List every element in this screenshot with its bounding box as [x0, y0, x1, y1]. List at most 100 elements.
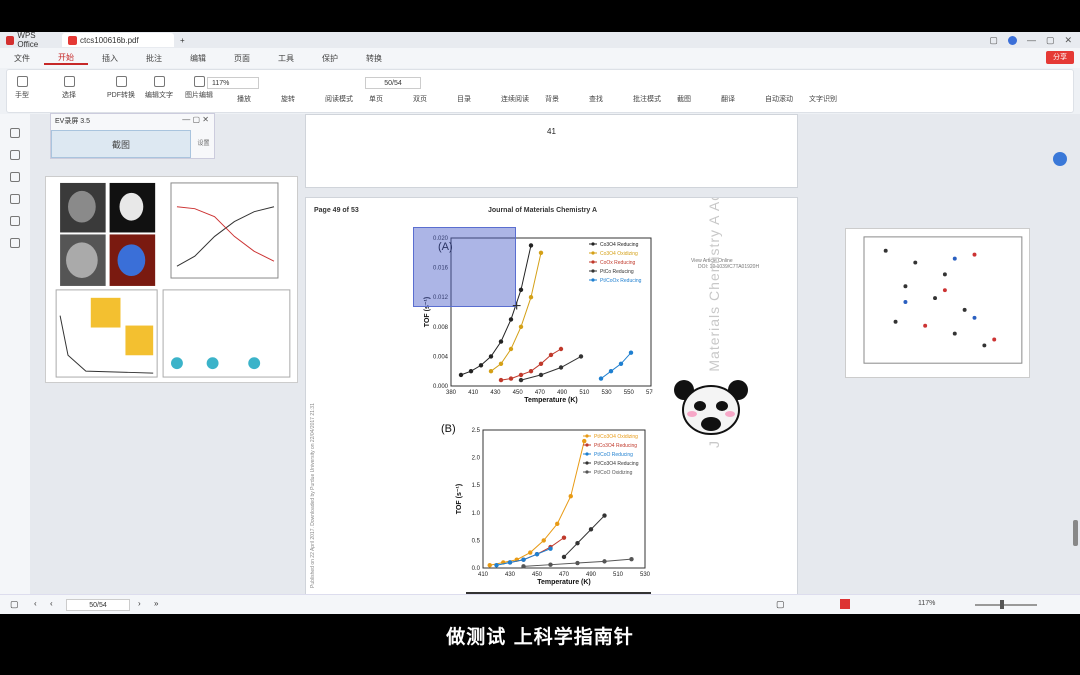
- recorder-title: EV录屏 3.5: [55, 118, 91, 125]
- x-axis-label: Temperature (K): [524, 397, 578, 404]
- signature-icon[interactable]: [10, 216, 20, 226]
- data-point: [518, 287, 524, 292]
- comment-icon[interactable]: [10, 172, 20, 182]
- data-point: [598, 376, 604, 381]
- assistant-icon[interactable]: [1053, 152, 1067, 166]
- legend-label: Pt/Co3O4 Oxidizing: [594, 434, 638, 440]
- share-button[interactable]: 分享: [1046, 51, 1074, 64]
- x-tick-label: 380: [446, 390, 457, 396]
- ribbon-button[interactable]: 双页: [413, 94, 427, 104]
- ribbon-toolbar: 117% 50/54 手型 选择 PDF转换 编辑文字 图片编辑播放 旋转 阅读模式 单页 双页…: [6, 69, 1074, 113]
- ribbon-button[interactable]: 图片编辑: [185, 76, 213, 100]
- data-point: [628, 350, 634, 355]
- maximize-icon[interactable]: ▢: [1046, 35, 1055, 46]
- x-tick-label: 430: [505, 572, 516, 578]
- menu-item[interactable]: 工具: [264, 53, 308, 64]
- settings-icon[interactable]: [10, 238, 20, 248]
- settings-button[interactable]: 设置: [193, 132, 214, 156]
- window-list-icon[interactable]: ▢: [989, 35, 998, 46]
- tab-document[interactable]: ctcs100616b.pdf: [62, 33, 174, 47]
- ribbon-button[interactable]: 翻译: [721, 94, 735, 104]
- close-icon[interactable]: ✕: [1064, 35, 1072, 46]
- recorder-panel: EV录屏 3.5 — ▢ ✕ 截图 设置: [50, 113, 215, 159]
- x-tick-label: 490: [586, 572, 597, 578]
- avatar[interactable]: [1007, 35, 1017, 45]
- last-page-icon[interactable]: »: [154, 599, 158, 608]
- ribbon-button-label: 批注模式: [633, 96, 661, 103]
- zoom-slider[interactable]: [975, 604, 1037, 606]
- menu-item[interactable]: 页面: [220, 53, 264, 64]
- ribbon-button[interactable]: 阅读模式: [325, 94, 353, 104]
- data-point: [538, 361, 544, 366]
- data-point: [528, 369, 534, 374]
- ribbon-button[interactable]: 选择: [62, 76, 76, 100]
- data-point: [618, 361, 624, 366]
- data-point: [602, 559, 607, 564]
- menu-item[interactable]: 保护: [308, 53, 352, 64]
- ribbon-button[interactable]: 截图: [677, 94, 691, 104]
- data-point: [528, 243, 534, 248]
- ribbon-button[interactable]: 连续阅读: [501, 94, 529, 104]
- ribbon-button[interactable]: 背景: [545, 94, 559, 104]
- legend-marker: [585, 470, 589, 474]
- status-page-input[interactable]: 50/54: [66, 599, 130, 611]
- sidebar-toggle-icon[interactable]: ▢: [10, 599, 19, 610]
- data-point: [575, 540, 580, 546]
- tab-wps-office[interactable]: WPS Office: [0, 31, 62, 49]
- ribbon-button[interactable]: 单页: [369, 94, 383, 104]
- ribbon-button[interactable]: 批注模式: [633, 94, 661, 104]
- read-mode-icon[interactable]: ▢: [776, 599, 785, 610]
- ribbon-button[interactable]: 文字识别: [809, 94, 837, 104]
- minimize-icon[interactable]: —: [1027, 35, 1036, 45]
- ribbon-button[interactable]: 编辑文字: [145, 76, 173, 100]
- menu-item[interactable]: 转换: [352, 53, 396, 64]
- legend-label: Pt/CoO Oxidizing: [594, 470, 633, 476]
- thumbnail-icon[interactable]: [10, 150, 20, 160]
- ribbon-button[interactable]: 旋转: [281, 94, 295, 104]
- ribbon-button[interactable]: 播放: [237, 94, 251, 104]
- ribbon-button-label: 背景: [545, 96, 559, 103]
- menu-item[interactable]: 插入: [88, 53, 132, 64]
- chart-b: 0.00.51.01.52.02.5410 430 450 470 490 510 530T…: [456, 428, 651, 586]
- ribbon-button-label: 编辑文字: [145, 92, 173, 99]
- menu-item[interactable]: 编辑: [176, 53, 220, 64]
- prev-page-icon[interactable]: ‹: [50, 599, 53, 608]
- ribbon-button[interactable]: PDF转换: [107, 76, 135, 100]
- menu-item[interactable]: 文件: [0, 53, 44, 64]
- legend-marker: [591, 278, 595, 282]
- ribbon-button[interactable]: 查找: [589, 94, 603, 104]
- page-number-input[interactable]: 50/54: [365, 77, 421, 89]
- ribbon-button[interactable]: 自动滚动: [765, 94, 793, 104]
- legend-marker: [591, 242, 595, 246]
- status-zoom[interactable]: 117%: [918, 600, 935, 607]
- next-page-icon[interactable]: ›: [138, 599, 141, 608]
- data-point: [548, 546, 553, 551]
- y-tick-label: 1.0: [472, 511, 481, 517]
- menu-item[interactable]: 批注: [132, 53, 176, 64]
- panel-controls[interactable]: — ▢ ✕: [182, 115, 209, 124]
- data-point: [494, 563, 499, 568]
- bookmark-icon[interactable]: [10, 128, 20, 138]
- ribbon-button[interactable]: 目录: [457, 94, 471, 104]
- series-line: [600, 352, 632, 380]
- screenshot-selection[interactable]: [413, 227, 516, 307]
- legend-marker: [585, 434, 589, 438]
- attachment-icon[interactable]: [10, 194, 20, 204]
- data-point: [518, 324, 524, 329]
- x-tick-label: 430: [490, 390, 501, 396]
- ribbon-button-icon: [153, 76, 165, 87]
- screenshot-button[interactable]: 截图: [51, 130, 191, 158]
- legend-marker: [585, 461, 589, 465]
- panda-sticker: [670, 376, 752, 440]
- data-point: [548, 352, 554, 358]
- pdf-badge-icon[interactable]: [840, 599, 850, 609]
- vertical-scrollbar[interactable]: [1073, 520, 1078, 546]
- zoom-slider-knob[interactable]: [1000, 600, 1004, 609]
- new-tab-button[interactable]: +: [174, 33, 191, 47]
- first-page-icon[interactable]: ‹: [34, 599, 37, 608]
- ribbon-button[interactable]: 手型: [15, 76, 29, 100]
- zoom-input[interactable]: 117%: [207, 77, 259, 89]
- series-line: [489, 440, 585, 566]
- menu-item[interactable]: 开始: [44, 52, 88, 65]
- legend-label: Co3O4 Reducing: [600, 242, 639, 248]
